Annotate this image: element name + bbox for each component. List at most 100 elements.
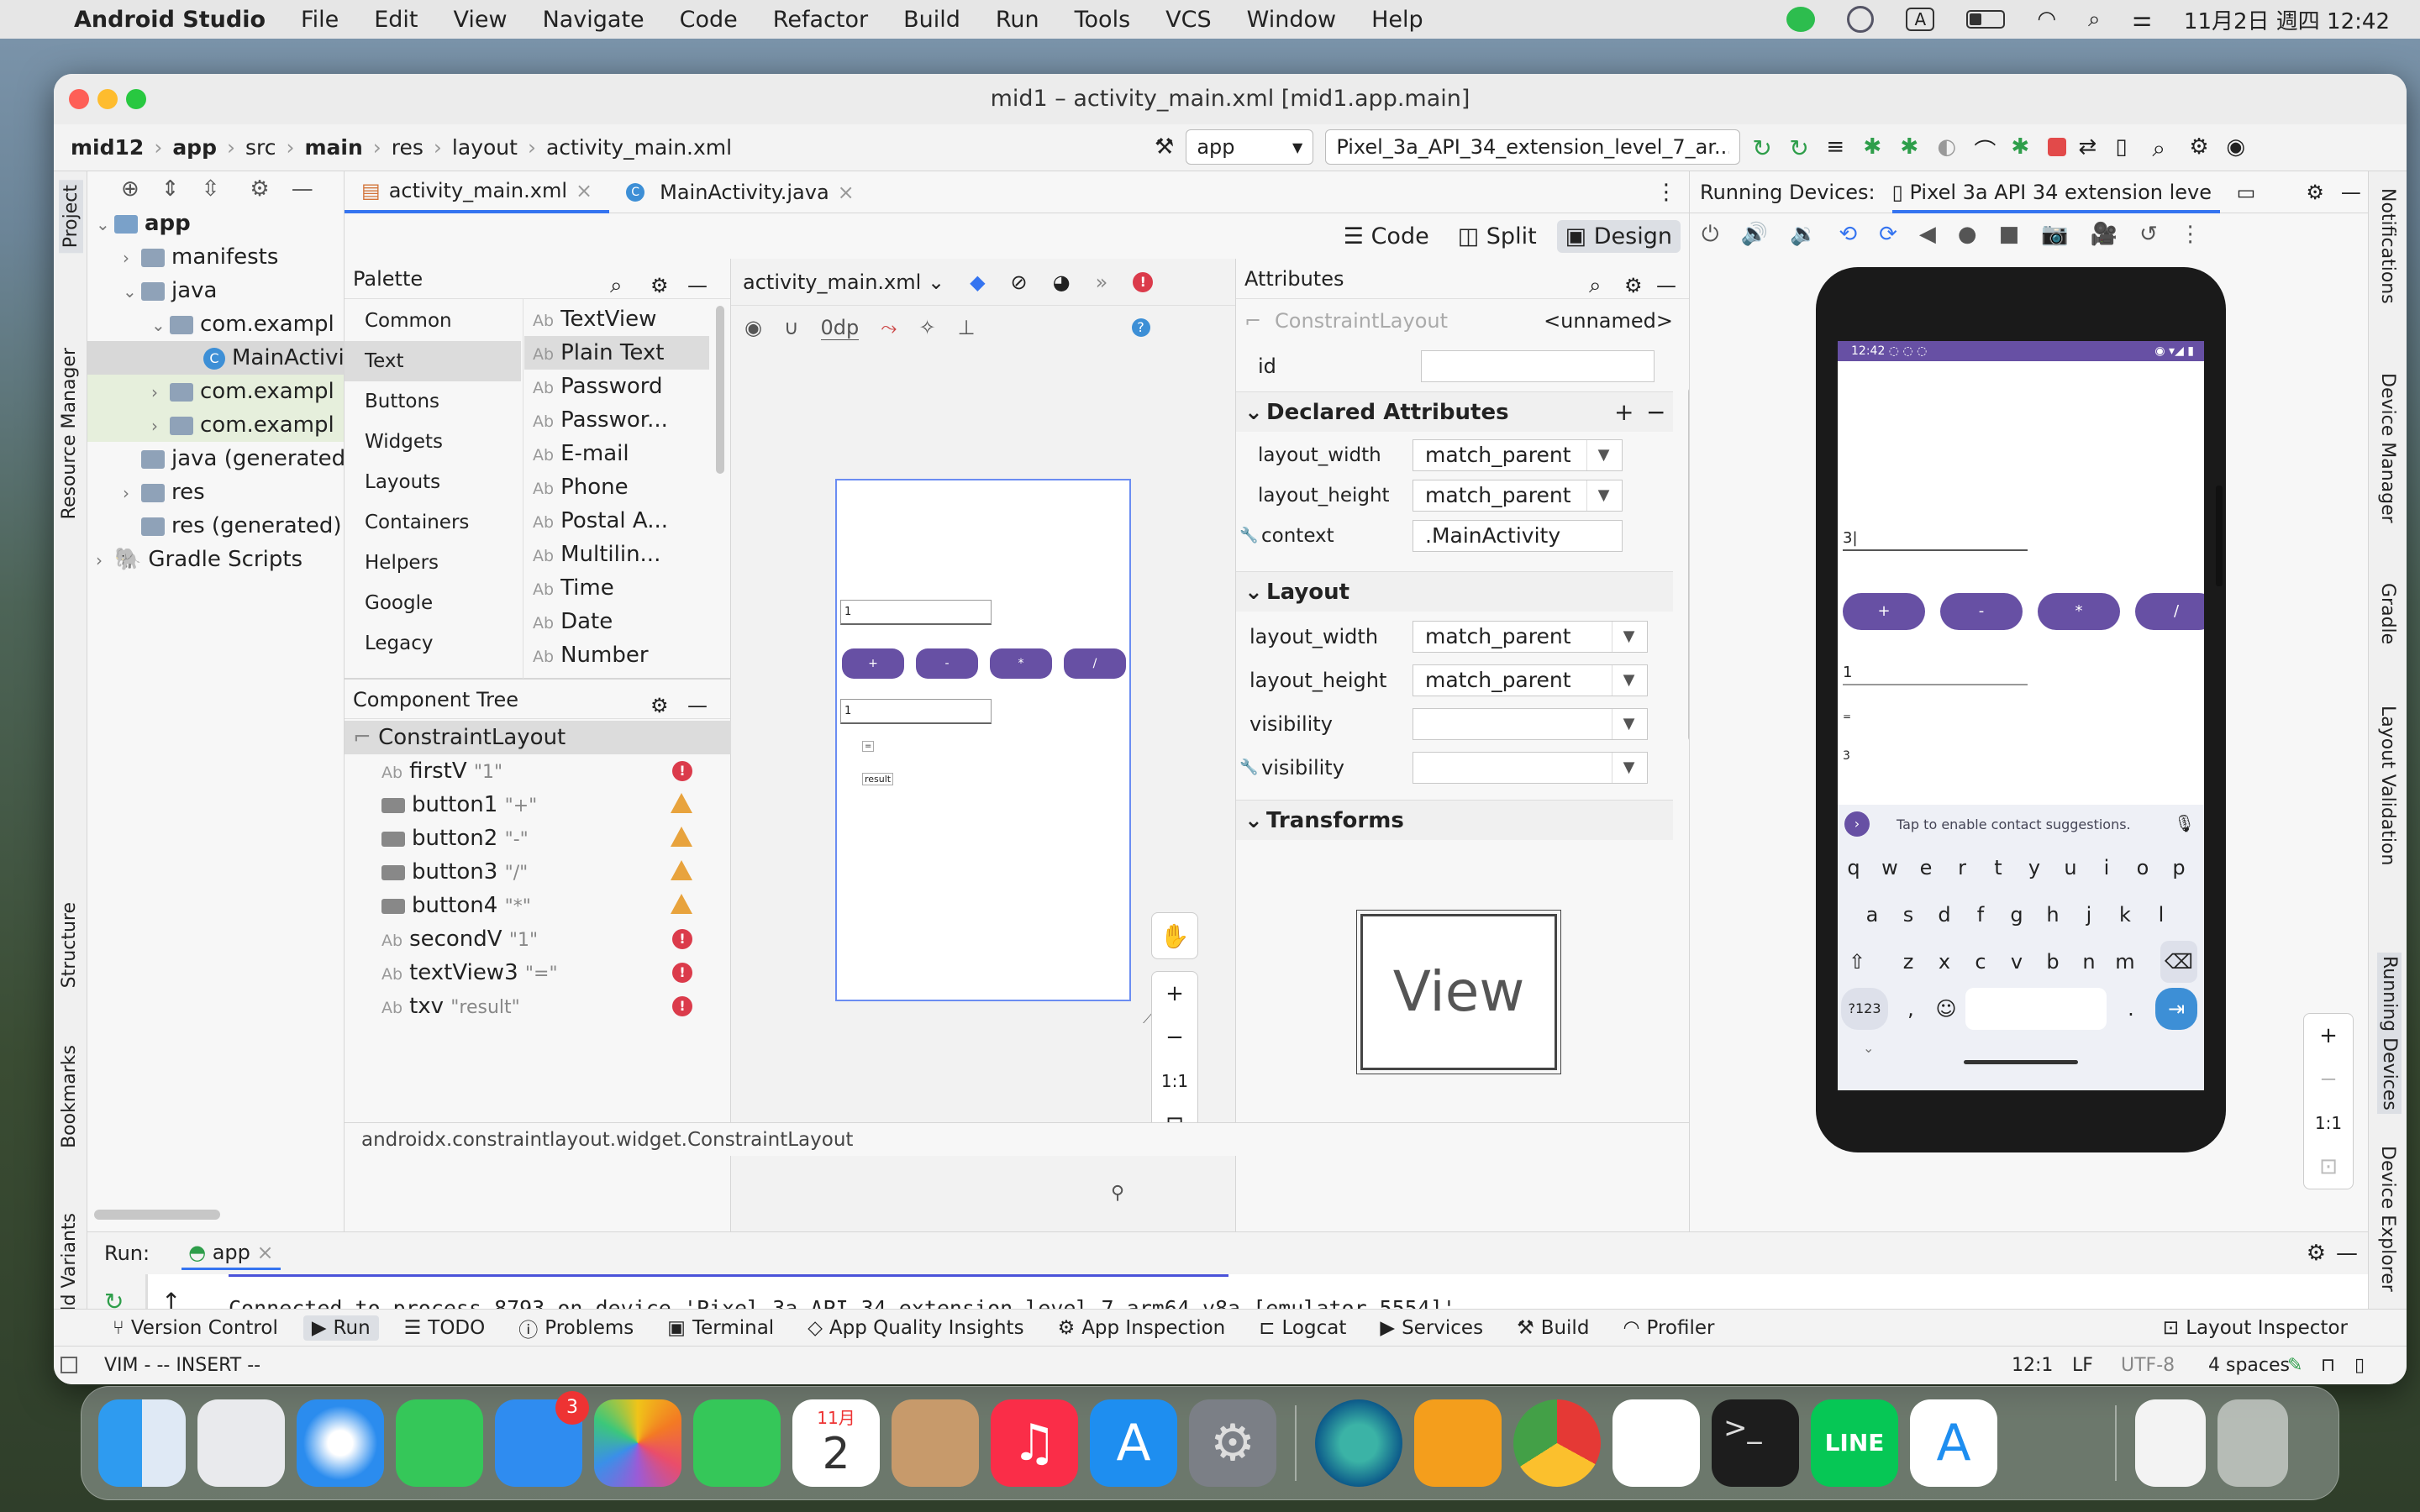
clear-constraints-icon[interactable]: ⤳ [881,316,897,339]
warning-pin-icon[interactable]: ⚲ [1111,1183,1124,1204]
control-center-icon[interactable]: ⚌ [2133,7,2152,32]
contact-suggestion-text[interactable]: Tap to enable contact suggestions. [1897,816,2131,832]
attach-debugger-icon[interactable]: ✱ [1900,134,1925,160]
run-hide-icon[interactable]: — [2336,1241,2358,1266]
code-style-icon[interactable]: ✎ [2287,1347,2302,1384]
tree-node-secondv[interactable]: Ab secondV "1"! [345,922,731,956]
system-settings-icon[interactable]: ⚙ [1189,1399,1276,1487]
tools-visibility-select[interactable]: ▼ [1413,752,1648,784]
layout-preview-canvas[interactable]: 1 + - * / 1 = result [835,479,1131,1001]
file-encoding[interactable]: UTF-8 [2121,1347,2175,1384]
key-g[interactable]: g [2001,894,2033,936]
palette-cat-layouts[interactable]: Layouts [345,462,521,502]
screen-record-icon[interactable]: 🎥 [2091,222,2118,248]
spotlight-icon[interactable]: ⌕ [2088,7,2101,33]
tree-item-package[interactable]: ⌄ com.exampl [87,307,344,341]
tree-node-constraintlayout[interactable]: ⌐ ConstraintLayout [345,721,731,754]
palette-search-icon[interactable]: ⌕ [610,265,623,306]
device-zoom-in-icon[interactable]: + [2304,1014,2353,1058]
palette-cat-google[interactable]: Google [345,583,521,623]
breadcrumb-project[interactable]: mid12 [71,135,144,160]
bookmarks-tool-tab[interactable]: Bookmarks [59,1045,80,1148]
key-r[interactable]: r [1946,847,1978,889]
expand-all-icon[interactable]: ⇕ [161,176,180,202]
space-key[interactable] [1965,988,2107,1030]
declared-context-input[interactable]: .MainActivity [1413,520,1623,552]
run-config-select[interactable]: app ▼ [1186,129,1314,165]
gesture-nav-bar[interactable] [1964,1060,2078,1064]
breadcrumb-app[interactable]: app [172,135,217,160]
key-n[interactable]: n [2073,941,2105,983]
trash-icon[interactable] [2217,1399,2288,1487]
facetime-icon[interactable] [693,1399,781,1487]
notifications-tool-tab[interactable]: Notifications [2377,188,2398,304]
preview-second-input[interactable]: 1 [840,699,992,724]
key-s[interactable]: s [1892,894,1924,936]
caret-position[interactable]: 12:1 [2012,1347,2053,1384]
settings-gear-icon[interactable]: ⚙ [2189,134,2214,160]
tree-node-textview3[interactable]: Ab textView3 "="! [345,956,731,990]
autoconnect-magnet-icon[interactable]: ∪ [784,316,799,339]
shift-key-icon[interactable]: ⇧ [1841,941,1873,983]
terminal-tab[interactable]: ▣ Terminal [659,1315,782,1341]
menu-vcs[interactable]: VCS [1165,7,1211,33]
tree-node-button2[interactable]: button2 "-" [345,822,731,855]
battery-icon[interactable] [1966,10,2006,29]
component-tree-gear-icon[interactable]: ⚙ [650,685,669,726]
preview-first-input[interactable]: 1 [840,600,992,625]
tree-item-package-androidtest[interactable]: › com.exampl [87,375,344,408]
tree-item-gradle-scripts[interactable]: › 🐘 Gradle Scripts [87,543,344,576]
line-tray-icon[interactable] [1786,7,1816,32]
app-inspection-tab[interactable]: ⚙ App Inspection [1050,1315,1234,1341]
palette-widget-number[interactable]: Ab Number [524,638,709,672]
layout-width-select[interactable]: match_parent ▼ [1413,621,1648,653]
key-l[interactable]: l [2145,894,2177,936]
file-icon[interactable] [2135,1399,2206,1487]
emoji-key-icon[interactable]: ☺ [1930,988,1962,1030]
tree-item-java[interactable]: ⌄ java [87,274,344,307]
finder-icon[interactable] [98,1399,186,1487]
apply-changes-icon[interactable]: ↻ [1789,134,1814,162]
resource-manager-tool-tab[interactable]: Resource Manager [59,348,80,519]
device-select[interactable]: Pixel_3a_API_34_extension_level_7_ar... [1325,129,1741,165]
terminal-icon[interactable]: >_ [1712,1399,1799,1487]
period-key[interactable]: . [2115,988,2147,1030]
key-w[interactable]: w [1874,847,1906,889]
menu-navigate[interactable]: Navigate [543,7,644,33]
show-view-options-eye-icon[interactable]: ◉ [744,316,762,339]
menu-clock[interactable]: 11月2日 週四 12:42 [2184,4,2390,35]
layout-validation-tool-tab[interactable]: Layout Validation [2377,706,2398,865]
declared-layout-width-select[interactable]: match_parent ▼ [1413,439,1623,471]
close-tab-icon[interactable]: × [576,170,592,212]
phone-button-divide[interactable]: / [2135,593,2204,630]
preview-button-plus[interactable]: + [842,648,904,679]
tree-item-manifests[interactable]: › manifests [87,240,344,274]
device-manager-icon[interactable]: ▯ [2115,134,2140,160]
palette-widget-multiline[interactable]: Ab Multilin... [524,538,709,571]
phone-button-minus[interactable]: - [1940,593,2023,630]
launchpad-icon[interactable] [197,1399,285,1487]
error-icon[interactable]: ! [672,996,692,1016]
contacts-icon[interactable] [892,1399,979,1487]
key-h[interactable]: h [2037,894,2069,936]
palette-cat-widgets[interactable]: Widgets [345,422,521,462]
device-window-icon[interactable]: ▭ [2237,181,2256,204]
palette-widget-email[interactable]: Ab E-mail [524,437,709,470]
hide-panel-icon[interactable]: — [292,176,313,202]
key-i[interactable]: i [2091,847,2123,889]
key-a[interactable]: a [1856,894,1888,936]
palette-cat-text[interactable]: Text [345,341,521,381]
key-x[interactable]: x [1928,941,1960,983]
key-m[interactable]: m [2109,941,2141,983]
palette-gear-icon[interactable]: ⚙ [650,265,669,306]
photos-icon[interactable] [594,1399,681,1487]
key-p[interactable]: p [2163,847,2195,889]
key-f[interactable]: f [1965,894,1996,936]
gimp-icon[interactable] [2009,1399,2096,1487]
xcode-icon[interactable]: A [1910,1399,1997,1487]
orientation-icon[interactable]: ⊘ [1011,270,1028,294]
menu-window[interactable]: Window [1247,7,1336,33]
key-o[interactable]: o [2127,847,2159,889]
rotate-left-icon[interactable]: ⟲ [1839,222,1857,248]
comma-key[interactable]: , [1895,988,1927,1030]
